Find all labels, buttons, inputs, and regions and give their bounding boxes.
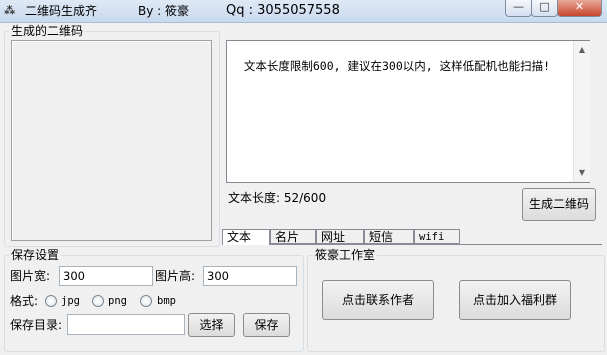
width-input[interactable]: 300: [59, 266, 153, 286]
qr-code-display: [11, 40, 212, 241]
maximize-button[interactable]: □: [531, 0, 558, 17]
text-length-label: 文本长度: 52/600: [228, 191, 327, 205]
format-jpg-label: jpg: [61, 295, 80, 307]
text-input-content: 文本长度限制600, 建议在300以内, 这样低配机也能扫描!: [243, 59, 551, 73]
save-dir-label: 保存目录:: [10, 318, 63, 332]
save-dir-input[interactable]: [67, 314, 185, 335]
choose-dir-button[interactable]: 选择: [188, 313, 235, 337]
format-png-label: png: [108, 295, 127, 307]
author-label: By : 筱豪: [138, 4, 190, 18]
contact-author-button[interactable]: 点击联系作者: [322, 280, 434, 320]
app-icon: ⁂: [4, 4, 16, 17]
save-button[interactable]: 保存: [243, 313, 290, 337]
text-input[interactable]: 文本长度限制600, 建议在300以内, 这样低配机也能扫描!: [226, 40, 590, 183]
radio-jpg[interactable]: [45, 295, 57, 307]
text-scrollbar[interactable]: ▲ ▼: [573, 41, 590, 182]
scroll-up-icon[interactable]: ▲: [574, 45, 590, 55]
height-label: 图片高:: [155, 269, 196, 283]
format-label: 格式:: [10, 294, 39, 308]
generate-qr-button[interactable]: 生成二维码: [522, 188, 596, 221]
tab-card[interactable]: 名片: [270, 229, 316, 244]
tab-wifi[interactable]: wifi: [414, 229, 460, 244]
tab-sms[interactable]: 短信: [364, 229, 414, 244]
height-input[interactable]: 300: [203, 266, 297, 286]
close-button[interactable]: ✕: [557, 0, 602, 17]
tab-text[interactable]: 文本: [222, 229, 270, 245]
join-group-button[interactable]: 点击加入福利群: [459, 280, 571, 320]
radio-png[interactable]: [92, 295, 104, 307]
qq-label: Qq : 3055057558: [226, 3, 340, 18]
format-bmp-label: bmp: [157, 295, 176, 307]
save-settings-label: 保存设置: [9, 248, 62, 262]
tab-baseline: [222, 244, 602, 245]
scroll-down-icon[interactable]: ▼: [574, 168, 590, 178]
window-title: 二维码生成齐: [25, 4, 98, 18]
width-label: 图片宽:: [10, 269, 51, 283]
studio-label: 筱豪工作室: [313, 248, 378, 262]
tab-url[interactable]: 网址: [316, 229, 364, 244]
qr-group-label: 生成的二维码: [9, 24, 86, 38]
radio-bmp[interactable]: [140, 295, 152, 307]
minimize-button[interactable]: —: [505, 0, 532, 17]
